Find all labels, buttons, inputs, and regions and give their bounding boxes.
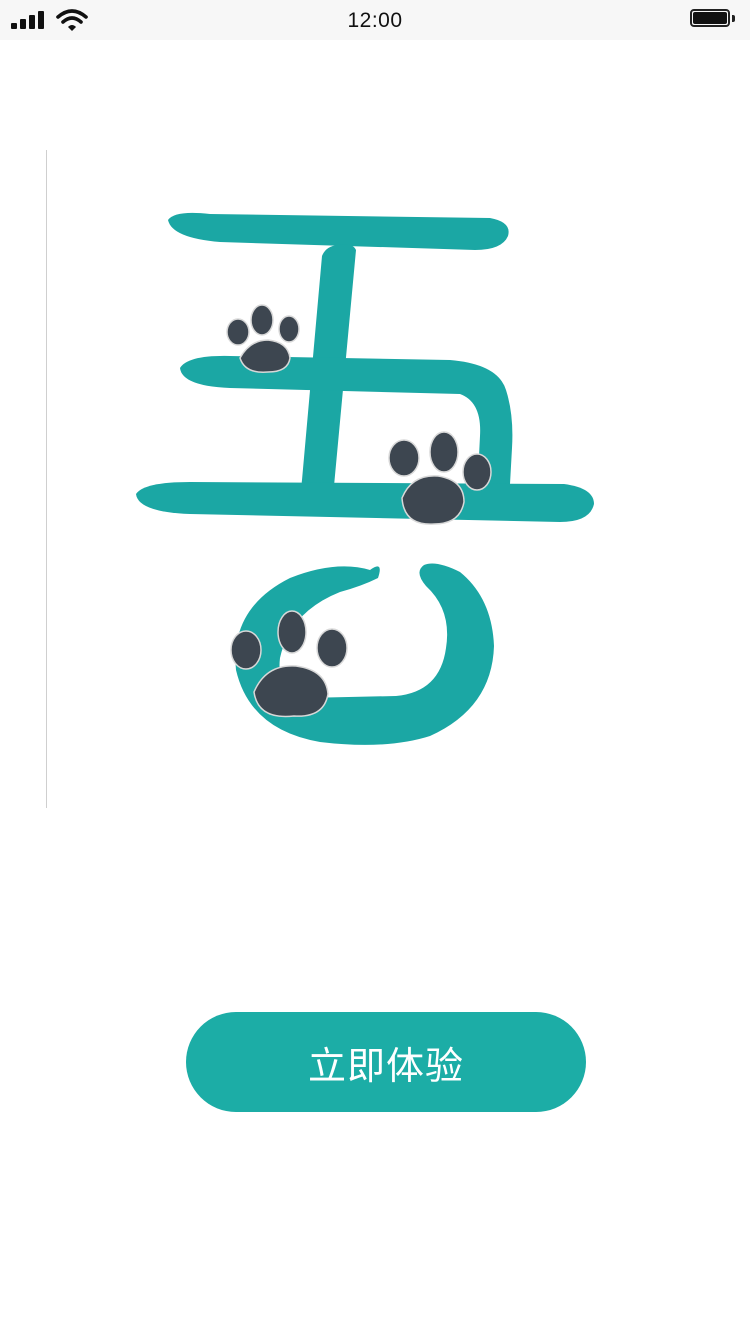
battery-icon xyxy=(690,9,738,31)
status-time: 12:00 xyxy=(347,9,403,32)
left-divider xyxy=(46,150,47,808)
status-bar: 12:00 xyxy=(0,0,750,40)
try-now-button[interactable]: 立即体验 xyxy=(186,1012,586,1112)
paw-print-logo xyxy=(136,212,594,745)
